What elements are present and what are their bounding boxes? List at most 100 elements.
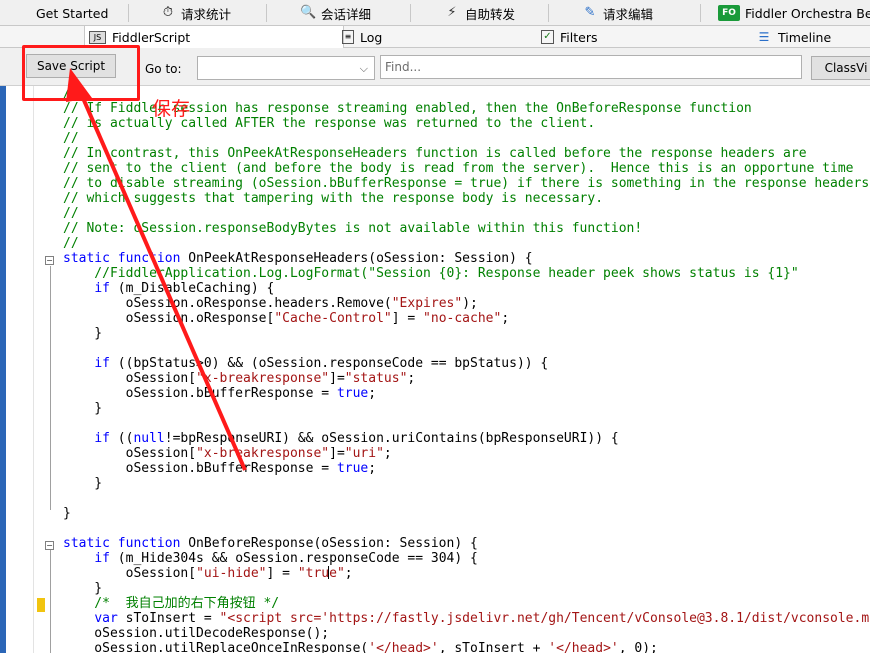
code-line[interactable]: static function OnBeforeResponse(oSessio…	[63, 536, 870, 551]
tab-get-started[interactable]: Get Started	[36, 0, 108, 26]
code-line[interactable]: // In contrast, this OnPeekAtResponseHea…	[63, 146, 870, 161]
code-line[interactable]	[63, 521, 870, 536]
code-token: "no-cache"	[423, 311, 502, 326]
code-line[interactable]: if (m_Hide304s && oSession.responseCode …	[63, 551, 870, 566]
code-line[interactable]: oSession.oResponse.headers.Remove("Expir…	[63, 296, 870, 311]
find-input[interactable]: Find...	[380, 55, 802, 79]
code-token: "status"	[344, 371, 408, 386]
code-line[interactable]: static function OnPeekAtResponseHeaders(…	[63, 251, 870, 266]
tab-composer[interactable]: ✎ 请求编辑	[582, 0, 653, 26]
checkbox-icon: ✓	[541, 30, 554, 44]
code-token: // to disable streaming (oSession.bBuffe…	[63, 176, 870, 191]
code-token: "x-breakresponse"	[196, 446, 330, 461]
code-token: "x-breakresponse"	[196, 371, 330, 386]
changed-line-marker	[37, 598, 45, 612]
tab-label: 会话详细	[321, 6, 372, 22]
classview-button[interactable]: ClassVi	[811, 56, 870, 80]
code-token: oSession.utilReplaceOnceInResponse(	[63, 641, 369, 653]
fold-toggle[interactable]: −	[45, 256, 54, 265]
tab-log[interactable]: ≡ Log	[342, 26, 382, 48]
code-token: // which suggests that tampering with th…	[63, 191, 604, 206]
stopwatch-icon: ⏱	[162, 5, 174, 20]
code-line[interactable]: oSession["ui-hide"] = "true";	[63, 566, 870, 581]
code-token: ]=	[329, 371, 345, 386]
code-token: }	[63, 506, 71, 521]
code-token: ;	[368, 461, 377, 476]
code-line[interactable]: oSession.bBufferResponse = true;	[63, 461, 870, 476]
code-token: }	[63, 581, 103, 596]
code-line[interactable]: }	[63, 506, 870, 521]
code-token: ((bpStatus>0) && (oSession.responseCode …	[109, 356, 549, 371]
code-token: ;	[407, 371, 416, 386]
code-token: if	[94, 431, 110, 446]
code-token: // Note: oSession.responseBodyBytes is n…	[63, 221, 643, 236]
code-token: (m_DisableCaching) {	[109, 281, 275, 296]
fold-toggle[interactable]: −	[45, 541, 54, 550]
chevron-down-icon[interactable]: ⌵	[360, 62, 368, 76]
code-line[interactable]: }	[63, 401, 870, 416]
tab-label: Filters	[560, 29, 598, 45]
code-line[interactable]: oSession.utilReplaceOnceInResponse('</he…	[63, 641, 870, 653]
code-line[interactable]: }	[63, 476, 870, 491]
tab-autoresponder[interactable]: ⚡ 自助转发	[444, 0, 515, 26]
code-token: //	[63, 236, 79, 251]
code-token: ]=	[329, 446, 345, 461]
code-token: );	[462, 296, 478, 311]
inspector-icon: 🔍	[300, 5, 317, 20]
code-line[interactable]	[63, 416, 870, 431]
code-line[interactable]: // Note: oSession.responseBodyBytes is n…	[63, 221, 870, 236]
code-token: if	[94, 356, 110, 371]
script-code[interactable]: //// If Fiddler session has response str…	[63, 86, 870, 653]
code-line[interactable]: if ((null!=bpResponseURI) && oSession.ur…	[63, 431, 870, 446]
code-line[interactable]: }	[63, 581, 870, 596]
code-line[interactable]: }	[63, 326, 870, 341]
code-line[interactable]: // sent to the client (and before the bo…	[63, 161, 870, 176]
fold-guide	[50, 550, 51, 653]
code-line[interactable]: var sToInsert = "<script src='https://fa…	[63, 611, 870, 626]
code-token: //FiddlerApplication.Log.LogFormat("Sess…	[63, 266, 799, 281]
code-token: // is actually called AFTER the response…	[63, 116, 596, 131]
code-line[interactable]: if (m_DisableCaching) {	[63, 281, 870, 296]
code-token: true	[336, 461, 369, 476]
code-line[interactable]: // to disable streaming (oSession.bBuffe…	[63, 176, 870, 191]
code-line[interactable]: //FiddlerApplication.Log.LogFormat("Sess…	[63, 266, 870, 281]
fold-guide	[50, 266, 51, 510]
code-line[interactable]: //	[63, 131, 870, 146]
code-token: ((	[109, 431, 134, 446]
code-token: /* 我自己加的右下角按钮 */	[63, 596, 280, 611]
js-icon: JS	[89, 30, 106, 44]
tab-fiddler-orchestra[interactable]: FO Fiddler Orchestra Be	[718, 0, 870, 26]
code-token: if	[94, 551, 110, 566]
code-editor[interactable]: − − //// If Fiddler session has response…	[0, 86, 870, 653]
tab-separator	[700, 4, 701, 22]
code-token: // sent to the client (and before the bo…	[63, 161, 854, 176]
tab-label: Get Started	[36, 5, 109, 21]
code-token: oSession[	[63, 566, 197, 581]
code-token: "<script src='https://fastly.jsdelivr.ne…	[219, 611, 870, 626]
goto-combobox[interactable]: ⌵	[197, 56, 375, 80]
code-line[interactable]: //	[63, 236, 870, 251]
code-token: }	[63, 401, 103, 416]
code-line[interactable]: /* 我自己加的右下角按钮 */	[63, 596, 870, 611]
code-line[interactable]: oSession.bBufferResponse = true;	[63, 386, 870, 401]
code-line[interactable]: oSession["x-breakresponse"]="status";	[63, 371, 870, 386]
code-line[interactable]: oSession.oResponse["Cache-Control"] = "n…	[63, 311, 870, 326]
tab-label: 自助转发	[465, 6, 516, 22]
code-line[interactable]	[63, 341, 870, 356]
code-token: "tru	[297, 566, 330, 581]
tab-statistics[interactable]: ⏱ 请求统计	[160, 0, 231, 26]
tab-inspectors[interactable]: 🔍 会话详细	[300, 0, 371, 26]
tab-timeline[interactable]: ☰ Timeline	[756, 26, 832, 48]
tab-filters[interactable]: ✓ Filters	[541, 26, 597, 48]
code-line[interactable]: oSession["x-breakresponse"]="uri";	[63, 446, 870, 461]
code-line[interactable]: oSession.utilDecodeResponse();	[63, 626, 870, 641]
code-line[interactable]: //	[63, 206, 870, 221]
code-line[interactable]: if ((bpStatus>0) && (oSession.responseCo…	[63, 356, 870, 371]
code-line[interactable]: // which suggests that tampering with th…	[63, 191, 870, 206]
code-line[interactable]	[63, 491, 870, 506]
log-icon: ≡	[342, 30, 354, 44]
code-token: null	[133, 431, 165, 446]
